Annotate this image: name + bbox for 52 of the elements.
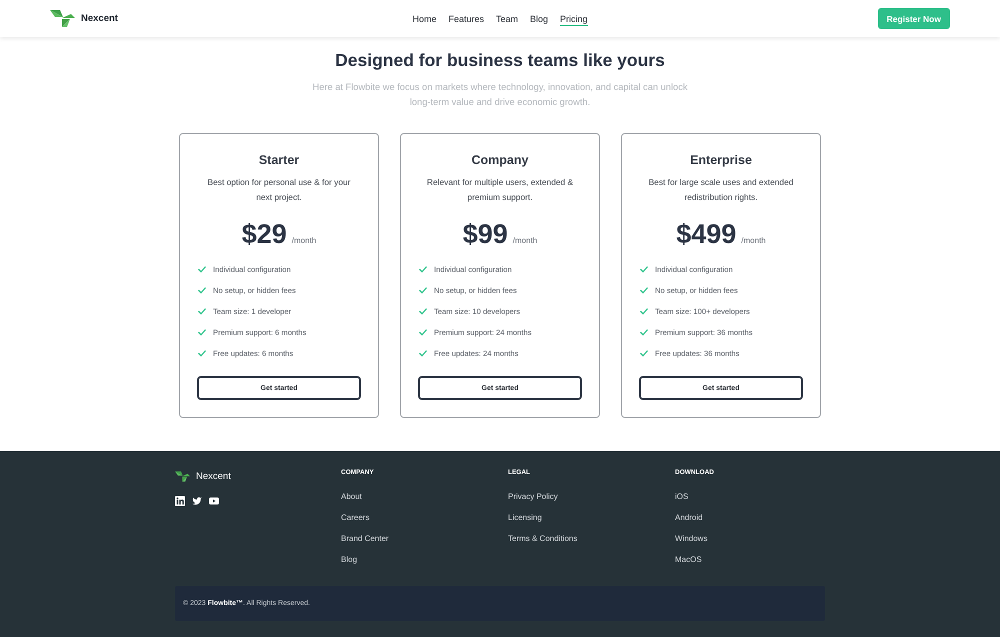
plan-price: $499 (676, 218, 736, 250)
brand-name: Nexcent (196, 470, 231, 482)
check-icon (419, 266, 427, 273)
check-icon (198, 287, 206, 294)
footer-link[interactable]: Careers (341, 507, 370, 528)
plan-price: $99 (462, 218, 508, 250)
check-icon (640, 266, 648, 273)
footer-link[interactable]: Android (675, 507, 703, 528)
check-icon (640, 287, 648, 294)
check-icon (419, 308, 427, 315)
footer-link[interactable]: iOS (675, 486, 688, 507)
plan-name: Enterprise (690, 152, 752, 169)
footer-link[interactable]: Brand Center (341, 528, 389, 549)
footer-link[interactable]: Blog (341, 549, 358, 570)
logo-icon (50, 10, 75, 27)
footer-link[interactable]: Terms & Conditions (508, 528, 578, 549)
footer-link[interactable]: Privacy Policy (508, 486, 558, 507)
check-icon (640, 329, 648, 336)
brand-name: Nexcent (81, 13, 118, 24)
plan-name: Starter (258, 152, 300, 169)
check-icon (198, 266, 206, 273)
footer-link[interactable]: Licensing (508, 507, 542, 528)
check-icon (198, 329, 206, 336)
check-icon (419, 287, 427, 294)
linkedin-icon[interactable] (175, 496, 185, 506)
footer-link[interactable]: MacOS (675, 549, 702, 570)
nav-link[interactable]: Team (496, 12, 518, 26)
nav-link[interactable]: Pricing (560, 12, 588, 26)
play-button-icon[interactable] (209, 496, 219, 506)
check-icon (198, 350, 206, 357)
section-title: Designed for business teams like yours (335, 49, 665, 72)
check-icon (419, 329, 427, 336)
logo-icon (175, 470, 190, 482)
check-icon (640, 308, 648, 315)
section-subtitle: Here at Flowbite we focus on markets where technology, innovation, and capital can unlock long-term value and drive economic growth. (311, 81, 688, 109)
price-period: /month (512, 236, 538, 245)
nav-link[interactable]: Blog (530, 12, 548, 26)
plan-description: Relevant for multiple users, extended & premium support. (426, 176, 574, 204)
plan-price: $29 (242, 218, 287, 250)
footer-link[interactable]: About (341, 486, 362, 507)
check-icon (419, 350, 427, 357)
nav-link[interactable]: Features (448, 12, 484, 26)
twitter-bird-icon[interactable] (192, 496, 202, 506)
price-period: /month (741, 236, 766, 245)
nav-link[interactable]: Home (412, 12, 436, 26)
check-icon (198, 308, 206, 315)
footer-link[interactable]: Windows (675, 528, 708, 549)
plan-description: Best for large scale uses and extended redistribution rights. (648, 176, 794, 204)
plan-name: Company (472, 152, 528, 169)
price-period: /month (292, 236, 316, 245)
plan-description: Best option for personal use & for your next project. (206, 176, 352, 204)
check-icon (640, 350, 648, 357)
